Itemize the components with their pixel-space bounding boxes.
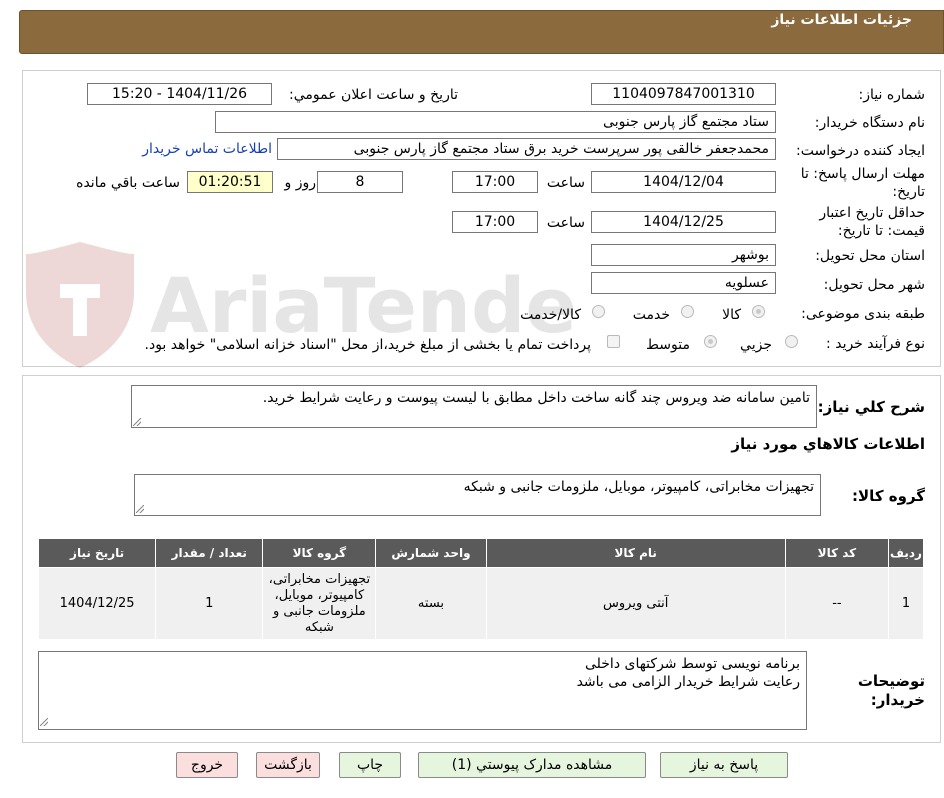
category-option-goods: کالا [722,307,741,323]
col-group: گروه کالا [262,538,377,568]
description-text: تامین سامانه ضد ویروس چند گانه ساخت داخل… [262,390,810,406]
treasury-checkbox[interactable] [607,335,620,348]
validity-label: حداقل تاریخ اعتبار [819,205,925,221]
province-field: بوشهر [591,244,776,266]
buyer-notes-line-1: برنامه نویسی توسط شرکتهای داخلی [584,656,800,672]
process-option-minor: جزیي [740,337,772,353]
goods-group-label: گروه کالا: [852,487,925,505]
deadline-label-2: تاریخ: [892,184,925,200]
exit-button[interactable]: خروج [176,752,238,778]
validity-time-label: ساعت [546,215,585,231]
process-option-medium: متوسط [646,337,690,353]
description-label: شرح کلي نیاز: [817,398,925,416]
days-label: روز و [284,175,317,191]
description-textarea: تامین سامانه ضد ویروس چند گانه ساخت داخل… [131,385,817,428]
deadline-time-label: ساعت [546,175,585,191]
col-need-date: تاریخ نیاز [37,538,157,568]
cell-row: 1 [887,567,925,640]
category-option-goods-service: کالا/خدمت [520,307,581,323]
validity-label-2: قیمت: تا تاریخ: [837,223,925,239]
buyer-org-label: نام دستگاه خریدار: [814,115,925,131]
col-code: کد کالا [784,538,889,568]
deadline-date-field: 1404/12/04 [591,171,776,193]
print-button[interactable]: چاپ [339,752,401,778]
process-label: نوع فرآیند خرید : [826,336,925,352]
city-field: عسلویه [591,272,776,294]
remaining-time-label: ساعت باقي مانده [76,175,180,191]
resize-grip-icon[interactable] [40,718,48,726]
need-number-label: شماره نیاز: [858,87,926,103]
reply-button[interactable]: پاسخ به نیاز [660,752,788,778]
buyer-contact-link[interactable]: اطلاعات تماس خریدار [142,141,272,157]
col-quantity: تعداد / مقدار [155,538,264,568]
back-button[interactable]: بازگشت [256,752,320,778]
goods-table: ردیف کد کالا نام کالا واحد شمارش گروه کا… [37,538,925,640]
creator-field: محمدجعفر خالقی پور سرپرست خرید برق ستاد … [277,138,776,160]
treasury-payment-note: پرداخت تمام یا بخشی از مبلغ خرید،از محل … [144,337,591,353]
buyer-org-field: ستاد مجتمع گاز پارس جنوبی [215,111,776,133]
cell-name: آنتی ویروس [485,567,786,640]
deadline-time-field: 17:00 [452,171,538,193]
buyer-notes-label: توضیحات [857,672,925,690]
validity-date-field: 1404/12/25 [591,211,776,233]
view-attachments-button[interactable]: مشاهده مدارک پیوستي (1) [418,752,646,778]
city-label: شهر محل تحویل: [823,277,925,293]
col-row: ردیف [887,538,925,568]
col-unit: واحد شمارش [375,538,487,568]
page-title: جزئیات اطلاعات نیاز [771,12,912,28]
category-radio-goods-service[interactable] [592,305,605,318]
category-radio-goods[interactable] [752,305,765,318]
days-remaining-field: 8 [317,171,403,193]
goods-section-title: اطلاعات کالاهاي مورد نیاز [731,435,925,453]
cell-group: تجهیزات مخابراتی، کامپیوتر، موبایل، ملزو… [262,567,377,640]
process-radio-minor[interactable] [785,335,798,348]
resize-grip-icon[interactable] [136,505,144,513]
col-name: نام کالا [485,538,786,568]
announce-field: 1404/11/26 - 15:20 [87,83,272,105]
validity-time-field: 17:00 [452,211,538,233]
category-radio-service[interactable] [681,305,694,318]
need-number-field: 1104097847001310 [591,83,776,105]
goods-group-text: تجهیزات مخابراتی، کامپیوتر، موبایل، ملزو… [463,479,814,495]
province-label: استان محل تحویل: [815,248,925,264]
deadline-label: مهلت ارسال پاسخ: تا [800,166,925,182]
goods-table-header: ردیف کد کالا نام کالا واحد شمارش گروه کا… [37,538,925,568]
process-radio-medium[interactable] [704,335,717,348]
table-row: 1 -- آنتی ویروس بسته تجهیزات مخابراتی، ک… [37,567,925,640]
cell-need-date: 1404/12/25 [37,567,157,640]
creator-label: ایجاد کننده درخواست: [796,143,925,159]
cell-unit: بسته [375,567,487,640]
cell-quantity: 1 [155,567,264,640]
buyer-notes-line-2: رعایت شرایط خریدار الزامی می باشد [576,674,800,690]
buyer-notes-textarea: برنامه نویسی توسط شرکتهای داخلی رعایت شر… [38,651,807,730]
resize-grip-icon[interactable] [133,418,141,426]
goods-group-textarea: تجهیزات مخابراتی، کامپیوتر، موبایل، ملزو… [134,474,821,516]
category-option-service: خدمت [632,307,670,323]
buyer-notes-label-2: خریدار: [870,691,925,709]
remaining-time-field: 01:20:51 [187,171,273,193]
announce-label: تاریخ و ساعت اعلان عمومي: [289,87,458,103]
cell-code: -- [784,567,889,640]
category-label: طبقه بندی موضوعی: [801,306,925,322]
